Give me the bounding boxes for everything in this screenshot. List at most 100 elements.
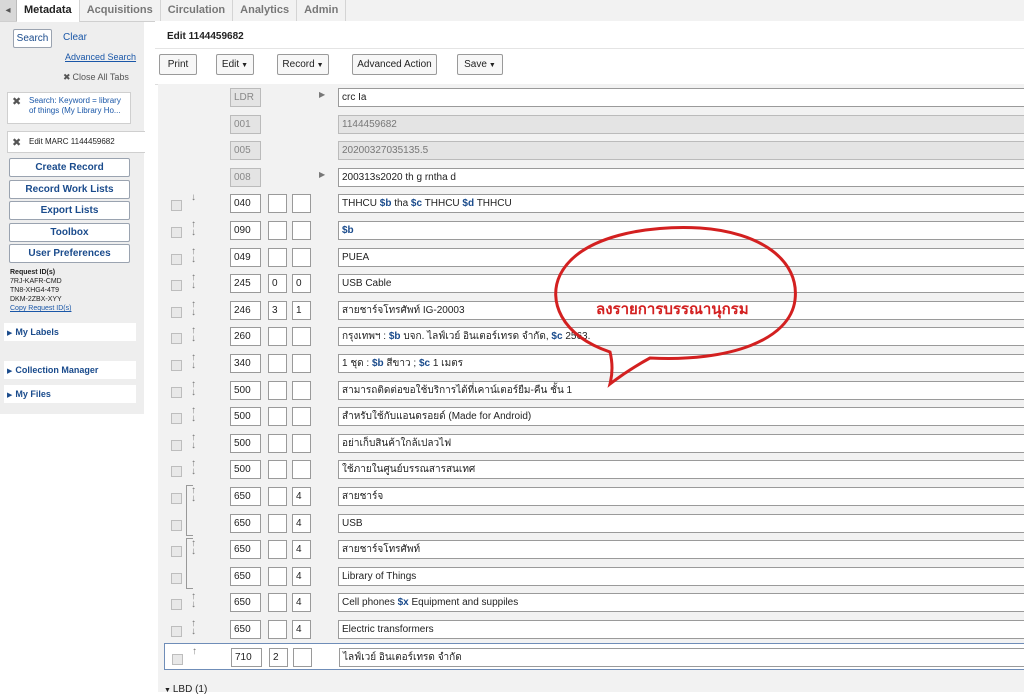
field-value-input[interactable]: อย่าเก็บสินค้าใกล้เปลวไฟ bbox=[338, 433, 1024, 453]
clear-link[interactable]: Clear bbox=[63, 32, 87, 43]
indicator-2-input[interactable] bbox=[292, 380, 311, 400]
indicator-2-input[interactable]: 4 bbox=[292, 566, 311, 586]
my-files-section[interactable]: ▶ My Files bbox=[4, 385, 136, 403]
field-tag[interactable]: 500 bbox=[230, 407, 261, 427]
advanced-search-link[interactable]: Advanced Search bbox=[65, 52, 136, 62]
export-lists-button[interactable]: Export Lists bbox=[9, 201, 130, 220]
tab-metadata[interactable]: Metadata bbox=[17, 0, 80, 22]
field-value-input[interactable]: 200313s2020 th g rntha d bbox=[338, 167, 1024, 187]
indicator-2-input[interactable]: 4 bbox=[292, 487, 311, 506]
indicator-1-input[interactable] bbox=[268, 566, 287, 586]
row-checkbox[interactable] bbox=[171, 493, 182, 504]
field-value-input[interactable]: สายชาร์จ bbox=[338, 487, 1024, 506]
indicator-2-input[interactable]: 0 bbox=[292, 274, 311, 294]
indicator-2-input[interactable] bbox=[292, 194, 311, 214]
field-tag[interactable]: 710 bbox=[231, 647, 262, 667]
indicator-1-input[interactable] bbox=[268, 247, 287, 267]
field-tag[interactable]: 650 bbox=[230, 513, 261, 533]
indicator-2-input[interactable] bbox=[292, 407, 311, 427]
indicator-1-input[interactable] bbox=[268, 194, 287, 214]
close-all-tabs[interactable]: ✖ Close All Tabs bbox=[63, 72, 129, 83]
field-value-input[interactable]: USB Cable bbox=[338, 274, 1024, 294]
indicator-1-input[interactable] bbox=[268, 407, 287, 427]
indicator-1-input[interactable]: 2 bbox=[269, 647, 288, 667]
field-value-input[interactable]: Library of Things bbox=[338, 566, 1024, 586]
indicator-2-input[interactable] bbox=[292, 460, 311, 480]
edit-marc-tab[interactable]: ✖ Edit MARC 1144459682 bbox=[7, 131, 145, 153]
indicator-1-input[interactable] bbox=[268, 513, 287, 533]
tab-admin[interactable]: Admin bbox=[297, 0, 347, 21]
my-labels-section[interactable]: ▶ My Labels bbox=[4, 323, 136, 341]
record-menu-button[interactable]: Record ▼ bbox=[277, 54, 329, 75]
indicator-1-input[interactable]: 0 bbox=[268, 274, 287, 294]
save-menu-button[interactable]: Save ▼ bbox=[457, 54, 503, 75]
field-value-input[interactable]: สายชาร์จโทรศัพท์ bbox=[338, 540, 1024, 560]
move-arrows-icon[interactable]: ↑ ↓ bbox=[191, 379, 196, 397]
field-tag[interactable]: 650 bbox=[230, 566, 261, 586]
field-value-input[interactable]: ใช้ภายในศูนย์บรรณสารสนเทศ bbox=[338, 460, 1024, 480]
row-checkbox[interactable] bbox=[171, 306, 182, 318]
indicator-1-input[interactable] bbox=[268, 487, 287, 506]
indicator-2-input[interactable]: 4 bbox=[292, 540, 311, 560]
search-filter-tab[interactable]: ✖ Search: Keyword = library of things (M… bbox=[7, 92, 131, 124]
field-tag[interactable]: 650 bbox=[230, 593, 261, 613]
field-tag[interactable]: 260 bbox=[230, 327, 261, 347]
indicator-2-input[interactable] bbox=[293, 647, 312, 667]
row-checkbox[interactable] bbox=[171, 572, 182, 584]
indicator-2-input[interactable]: 4 bbox=[292, 513, 311, 533]
field-value-input[interactable]: ไลฟ์เวย์ อินเตอร์เทรด จำกัด bbox=[339, 647, 1024, 667]
move-arrows-icon[interactable]: ↑ ↓ bbox=[191, 299, 196, 317]
indicator-1-input[interactable] bbox=[268, 354, 287, 373]
field-tag[interactable]: 650 bbox=[230, 540, 261, 560]
indicator-1-input[interactable] bbox=[268, 433, 287, 453]
tab-circulation[interactable]: Circulation bbox=[161, 0, 234, 21]
field-value-input[interactable]: กรุงเทพฯ : $b บจก. ไลฟ์เวย์ อินเตอร์เทรด… bbox=[338, 327, 1024, 347]
move-up-icon[interactable]: ↑ bbox=[192, 646, 197, 656]
field-tag[interactable]: 500 bbox=[230, 433, 261, 453]
move-arrows-icon[interactable]: ↑ ↓ bbox=[191, 220, 196, 238]
indicator-2-input[interactable] bbox=[292, 327, 311, 347]
indicator-1-input[interactable]: 3 bbox=[268, 300, 287, 320]
create-record-button[interactable]: Create Record bbox=[9, 158, 130, 177]
field-value-input[interactable]: USB bbox=[338, 513, 1024, 533]
move-arrows-icon[interactable]: ↑ ↓ bbox=[191, 406, 196, 424]
indicator-2-input[interactable] bbox=[292, 433, 311, 453]
field-tag[interactable]: 040 bbox=[230, 194, 261, 214]
move-arrows-icon[interactable]: ↑ ↓ bbox=[191, 592, 196, 610]
edit-menu-button[interactable]: Edit ▼ bbox=[216, 54, 254, 75]
field-value-input[interactable]: $b bbox=[338, 221, 1024, 240]
move-arrows-icon[interactable]: ↑ ↓ bbox=[191, 619, 196, 637]
field-tag[interactable]: 500 bbox=[230, 380, 261, 400]
print-button[interactable]: Print bbox=[159, 54, 197, 75]
field-tag[interactable]: 650 bbox=[230, 487, 261, 506]
advanced-action-button[interactable]: Advanced Action bbox=[352, 54, 437, 75]
field-tag[interactable]: 049 bbox=[230, 247, 261, 267]
tab-acquisitions[interactable]: Acquisitions bbox=[80, 0, 161, 21]
indicator-2-input[interactable]: 1 bbox=[292, 300, 311, 320]
lbd-section[interactable]: ▼ LBD (1) bbox=[164, 684, 207, 695]
row-checkbox[interactable] bbox=[172, 653, 183, 665]
row-checkbox[interactable] bbox=[171, 519, 182, 531]
expand-arrow-icon[interactable]: ▶ bbox=[319, 90, 325, 99]
field-value-input[interactable]: PUEA bbox=[338, 247, 1024, 267]
record-work-lists-button[interactable]: Record Work Lists bbox=[9, 180, 130, 199]
field-tag[interactable]: 090 bbox=[230, 221, 261, 240]
indicator-2-input[interactable]: 4 bbox=[292, 593, 311, 613]
row-checkbox[interactable] bbox=[171, 599, 182, 611]
copy-request-ids-link[interactable]: Copy Request ID(s) bbox=[10, 304, 71, 313]
indicator-1-input[interactable] bbox=[268, 620, 287, 639]
field-value-input[interactable]: สามารถติดต่อขอใช้บริการได้ที่เคาน์เตอร์ย… bbox=[338, 380, 1024, 400]
move-arrows-icon[interactable]: ↑ ↓ bbox=[191, 273, 196, 291]
indicator-2-input[interactable]: 4 bbox=[292, 620, 311, 639]
row-checkbox[interactable] bbox=[171, 466, 182, 478]
row-checkbox[interactable] bbox=[171, 227, 182, 238]
row-checkbox[interactable] bbox=[171, 439, 182, 451]
field-tag[interactable]: 245 bbox=[230, 274, 261, 294]
move-down-icon[interactable]: ↓ bbox=[191, 193, 196, 203]
field-value-input[interactable]: 1 ชุด : $b สีขาว ; $c 1 เมตร bbox=[338, 354, 1024, 373]
field-value-input[interactable]: Cell phones $x Equipment and suppiles bbox=[338, 593, 1024, 613]
row-checkbox[interactable] bbox=[171, 626, 182, 637]
indicator-2-input[interactable] bbox=[292, 247, 311, 267]
field-value-input[interactable]: THHCU $b tha $c THHCU $d THHCU bbox=[338, 194, 1024, 214]
collapse-sidebar-icon[interactable]: ◂ bbox=[0, 0, 17, 21]
